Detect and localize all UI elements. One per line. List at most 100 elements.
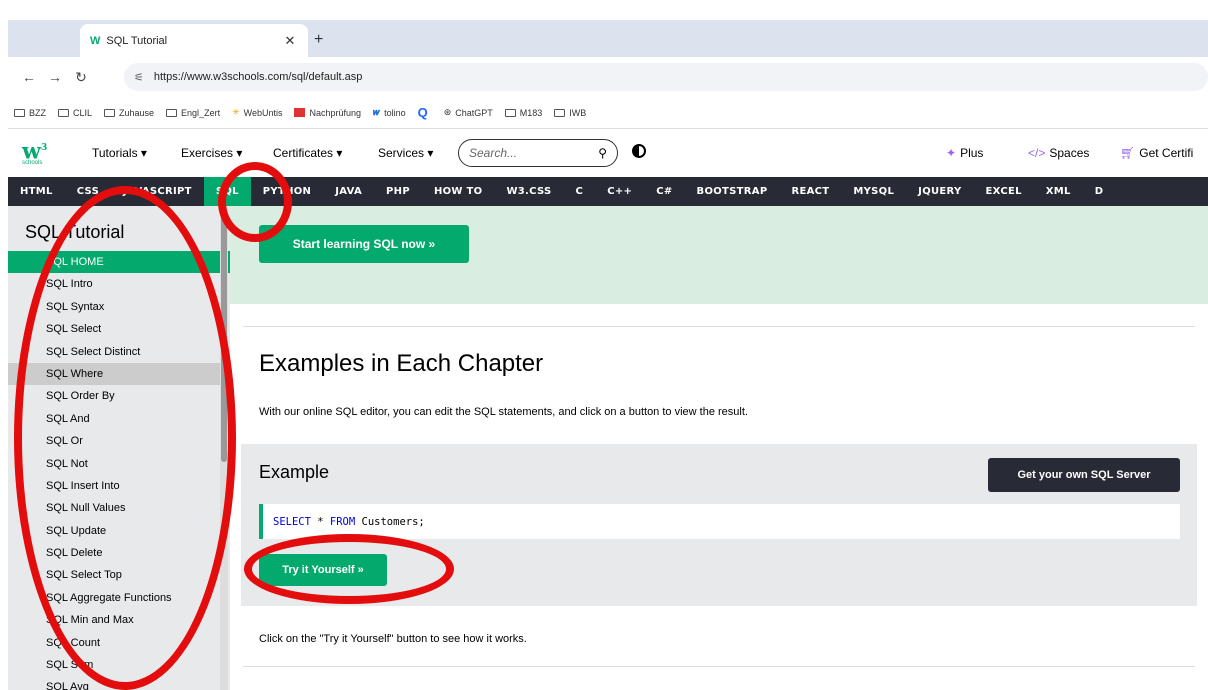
bookmark-bzz[interactable]: BZZ xyxy=(14,108,46,118)
menu-exercises[interactable]: Exercises ▾ xyxy=(181,146,242,160)
nav-how-to[interactable]: HOW TO xyxy=(422,177,495,206)
sidebar-item[interactable]: SQL Aggregate Functions xyxy=(8,587,230,609)
browser-chrome: W SQL Tutorial ✕ + ← → ↻ ⚟ https://www.w… xyxy=(8,0,1208,129)
bookmark-iwb[interactable]: IWB xyxy=(554,108,586,118)
bookmark-zuhause[interactable]: Zuhause xyxy=(104,108,154,118)
reload-icon[interactable]: ↻ xyxy=(68,69,94,86)
sidebar-item[interactable]: SQL Not xyxy=(8,453,230,475)
nav-java[interactable]: JAVA xyxy=(323,177,374,206)
menu-certificates[interactable]: Certificates ▾ xyxy=(273,146,342,160)
sidebar-item[interactable]: SQL Sum xyxy=(8,654,230,676)
main-content: Start learning SQL now » Examples in Eac… xyxy=(230,206,1208,690)
hero-banner: Start learning SQL now » xyxy=(230,206,1208,304)
webuntis-icon: ✳ xyxy=(232,107,240,117)
bookmark-nachpruefung[interactable]: Nachprüfung xyxy=(294,108,361,118)
sidebar-scrollbar[interactable] xyxy=(220,206,228,690)
tab-bar: W SQL Tutorial ✕ + xyxy=(8,20,1208,57)
bookmark-webuntis[interactable]: ✳ WebUntis xyxy=(232,107,282,118)
search-box[interactable]: Search... ⚲ xyxy=(458,139,618,167)
nav-python[interactable]: PYTHON xyxy=(251,177,323,206)
nav-react[interactable]: REACT xyxy=(779,177,841,206)
bookmark-engl-zert[interactable]: Engl_Zert xyxy=(166,108,220,118)
section-heading: Examples in Each Chapter xyxy=(259,350,544,377)
sidebar-item[interactable]: SQL Update xyxy=(8,520,230,542)
address-row: ← → ↻ ⚟ https://www.w3schools.com/sql/de… xyxy=(8,57,1208,97)
nav-more[interactable]: D xyxy=(1083,177,1116,206)
nav-cpp[interactable]: C++ xyxy=(595,177,644,206)
example-title: Example xyxy=(259,462,330,482)
nav-xml[interactable]: XML xyxy=(1034,177,1083,206)
forward-icon[interactable]: → xyxy=(42,69,68,85)
w3schools-favicon: W xyxy=(90,34,101,47)
sparkle-icon: ✦ xyxy=(946,146,957,160)
code-sample: SELECT * FROM Customers; xyxy=(259,504,1180,539)
sidebar-scroll-thumb[interactable] xyxy=(221,212,227,462)
w3schools-logo[interactable]: w3 schools xyxy=(22,137,52,169)
bookmark-tolino[interactable]: 𝒘 tolino xyxy=(373,107,406,118)
sidebar-item[interactable]: SQL Or xyxy=(8,430,230,452)
bookmark-clil[interactable]: CLIL xyxy=(58,108,92,118)
sidebar-item[interactable]: SQL Count xyxy=(8,632,230,654)
sidebar-item[interactable]: SQL Avg xyxy=(8,676,230,690)
code-table: Customers; xyxy=(355,515,425,528)
back-icon[interactable]: ← xyxy=(16,69,42,85)
cart-icon: 🛒︎ xyxy=(1120,146,1136,160)
menu-get-certified[interactable]: 🛒︎ Get Certifi xyxy=(1120,146,1193,160)
close-tab-icon[interactable]: ✕ xyxy=(282,33,298,49)
new-tab-icon[interactable]: + xyxy=(314,31,323,49)
nav-php[interactable]: PHP xyxy=(374,177,422,206)
nav-css[interactable]: CSS xyxy=(65,177,111,206)
footnote-text: Click on the "Try it Yourself" button to… xyxy=(259,633,527,645)
tolino-icon: 𝒘 xyxy=(373,107,381,117)
bookmark-m183[interactable]: M183 xyxy=(504,108,542,118)
nav-sql[interactable]: SQL xyxy=(203,177,251,206)
sidebar-item[interactable]: SQL Intro xyxy=(8,273,230,295)
start-learning-button[interactable]: Start learning SQL now » xyxy=(259,225,469,263)
bookmark-q[interactable]: Q xyxy=(418,105,432,120)
menu-plus[interactable]: ✦ Plus xyxy=(946,146,983,160)
nav-c[interactable]: C xyxy=(564,177,596,206)
nav-w3css[interactable]: W3.CSS xyxy=(494,177,563,206)
sidebar-item[interactable]: SQL HOME xyxy=(8,251,230,274)
tab-sql-tutorial[interactable]: W SQL Tutorial ✕ xyxy=(80,24,308,57)
sidebar-item[interactable]: SQL Min and Max xyxy=(8,609,230,631)
address-bar[interactable]: ⚟ https://www.w3schools.com/sql/default.… xyxy=(124,63,1208,91)
try-it-yourself-button[interactable]: Try it Yourself » xyxy=(259,554,387,586)
code-star: * xyxy=(310,515,330,528)
chatgpt-icon: ⊛ xyxy=(443,107,452,117)
nav-bootstrap[interactable]: BOOTSTRAP xyxy=(685,177,780,206)
url-text: https://www.w3schools.com/sql/default.as… xyxy=(153,71,363,83)
menu-spaces[interactable]: </> Spaces xyxy=(1028,146,1089,160)
nav-mysql[interactable]: MYSQL xyxy=(841,177,906,206)
search-input[interactable]: Search... xyxy=(469,146,517,160)
nav-javascript[interactable]: JAVASCRIPT xyxy=(111,177,204,206)
sidebar-item[interactable]: SQL Null Values xyxy=(8,497,230,519)
nav-jquery[interactable]: JQUERY xyxy=(906,177,973,206)
sidebar-item[interactable]: SQL Select Top xyxy=(8,564,230,586)
get-sql-server-button[interactable]: Get your own SQL Server xyxy=(988,458,1180,492)
sidebar-item[interactable]: SQL Select Distinct xyxy=(8,341,230,363)
menu-services[interactable]: Services ▾ xyxy=(378,146,433,160)
sidebar-item[interactable]: SQL Select xyxy=(8,318,230,340)
nav-csharp[interactable]: C# xyxy=(644,177,684,206)
folder-icon xyxy=(14,108,25,117)
divider xyxy=(243,666,1195,667)
nav-html[interactable]: HTML xyxy=(8,177,65,206)
menu-tutorials[interactable]: Tutorials ▾ xyxy=(92,146,147,160)
sidebar-item[interactable]: SQL Delete xyxy=(8,542,230,564)
contrast-toggle-icon[interactable] xyxy=(632,144,646,158)
sidebar-item[interactable]: SQL Order By xyxy=(8,385,230,407)
search-icon[interactable]: ⚲ xyxy=(598,146,607,160)
site-header: w3 schools Tutorials ▾ Exercises ▾ Certi… xyxy=(8,129,1208,177)
sidebar-item[interactable]: SQL And xyxy=(8,408,230,430)
code-keyword-from: FROM xyxy=(329,515,356,528)
window-top-strip xyxy=(8,0,1208,20)
site-settings-icon[interactable]: ⚟ xyxy=(134,71,144,84)
sidebar-item[interactable]: SQL Where xyxy=(8,362,230,386)
bookmark-chatgpt[interactable]: ⊛ ChatGPT xyxy=(444,107,493,118)
nav-excel[interactable]: EXCEL xyxy=(974,177,1034,206)
sidebar-item[interactable]: SQL Insert Into xyxy=(8,475,230,497)
nachpruefung-icon xyxy=(294,108,306,117)
sidebar-item[interactable]: SQL Syntax xyxy=(8,296,230,318)
q-icon: Q xyxy=(417,105,428,120)
